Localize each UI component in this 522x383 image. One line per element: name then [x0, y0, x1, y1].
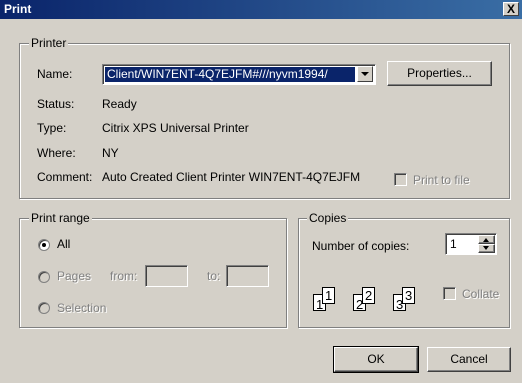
type-value: Citrix XPS Universal Printer [102, 121, 249, 135]
collate-page-label: 2 [365, 288, 373, 303]
copies-up-button[interactable] [478, 235, 495, 244]
collate-illustration: 1 1 2 2 3 3 [313, 284, 438, 314]
number-of-copies-label: Number of copies: [312, 239, 410, 253]
copies-down-button[interactable] [478, 244, 495, 253]
printer-name-value: Client/WIN7ENT-4Q7EJFM#///nyvm1994/ [105, 67, 355, 82]
range-pages-radio[interactable] [38, 271, 50, 283]
ok-button[interactable]: OK [333, 346, 419, 373]
collate-checkbox[interactable] [443, 287, 456, 300]
where-value: NY [102, 146, 119, 160]
cancel-button-label: Cancel [450, 352, 488, 366]
from-label: from: [110, 269, 138, 283]
print-to-file-checkbox[interactable] [394, 173, 407, 186]
range-all-label: All [57, 237, 71, 251]
printer-name-dropdown-button[interactable] [357, 66, 373, 82]
printer-name-text: Client/WIN7ENT-4Q7EJFM#///nyvm1994/ [107, 67, 328, 81]
comment-label: Comment: [37, 170, 93, 184]
printer-group-label: Printer [29, 36, 69, 50]
collate-label: Collate [462, 287, 500, 301]
arrow-down-icon [483, 246, 489, 250]
print-range-group-label: Print range [29, 211, 92, 225]
properties-button[interactable]: Properties... [387, 61, 492, 86]
range-pages-label: Pages [57, 269, 92, 283]
collate-page-label: 3 [405, 288, 413, 303]
range-selection-label: Selection [57, 301, 107, 315]
print-to-file-label: Print to file [413, 173, 470, 187]
close-button[interactable]: X [503, 2, 519, 16]
from-input[interactable] [145, 265, 188, 287]
name-label: Name: [37, 67, 73, 81]
comment-value: Auto Created Client Printer WIN7ENT-4Q7E… [102, 170, 361, 184]
close-icon: X [506, 2, 515, 16]
cancel-button[interactable]: Cancel [427, 347, 511, 372]
printer-name-select[interactable]: Client/WIN7ENT-4Q7EJFM#///nyvm1994/ [102, 64, 376, 85]
range-all-radio[interactable] [38, 239, 50, 251]
ok-button-label: OK [367, 352, 385, 366]
status-value: Ready [102, 97, 137, 111]
collate-page-label: 1 [325, 288, 333, 303]
radio-selected-dot [42, 243, 46, 247]
window-title: Print [4, 2, 32, 16]
chevron-down-icon [361, 72, 369, 76]
properties-button-label: Properties... [407, 66, 472, 80]
title-bar[interactable]: Print X [0, 0, 522, 19]
copies-value: 1 [450, 237, 457, 251]
where-label: Where: [37, 146, 76, 160]
to-input[interactable] [226, 265, 269, 287]
copies-spinner[interactable]: 1 [445, 233, 497, 255]
range-selection-radio[interactable] [38, 302, 50, 314]
arrow-up-icon [483, 238, 489, 242]
type-label: Type: [37, 121, 67, 135]
to-label: to: [207, 269, 221, 283]
status-label: Status: [37, 97, 75, 111]
copies-group-label: Copies [307, 211, 349, 225]
